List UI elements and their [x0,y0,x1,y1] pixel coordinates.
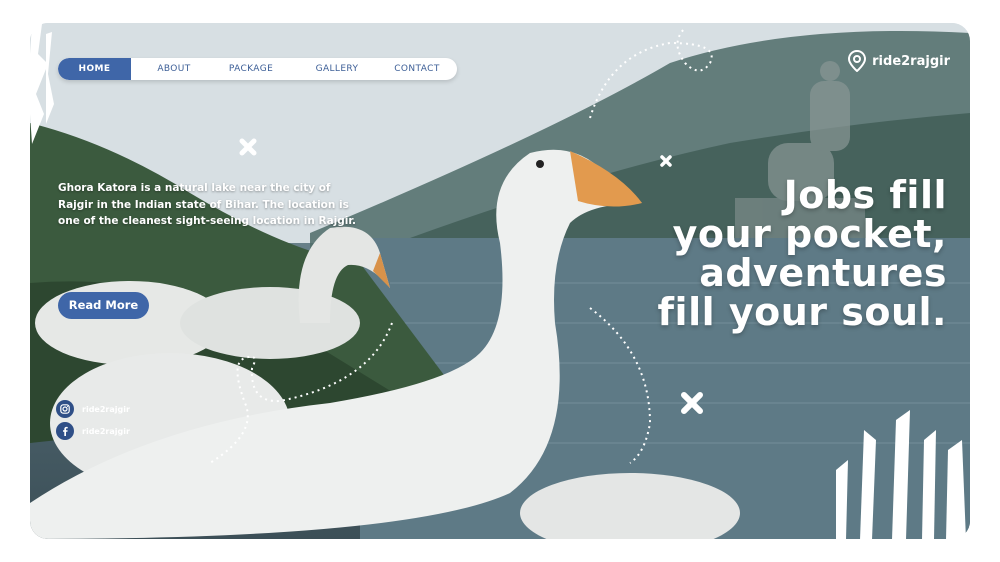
map-pin-icon [848,50,867,72]
intro-description: Ghora Katora is a natural lake near the … [58,182,357,227]
nav-gallery[interactable]: GALLERY [285,58,389,80]
headline-line-4: fill your soul. [657,290,947,334]
read-more-button[interactable]: Read More [58,292,149,319]
nav-home[interactable]: HOME [58,58,131,80]
hero-headline: Jobs fill your pocket, adventures fill y… [658,176,947,332]
headline-line-2: your pocket, [672,212,947,256]
facebook-link[interactable]: ride2rajgir [56,422,130,440]
nav-about[interactable]: ABOUT [131,58,217,80]
facebook-handle: ride2rajgir [82,426,130,436]
instagram-link[interactable]: ride2rajgir [56,400,130,418]
nav-contact[interactable]: CONTACT [389,58,445,80]
headline-line-3: adventures [699,251,947,295]
headline-line-1: Jobs fill [783,173,947,217]
main-nav: HOME ABOUT PACKAGE GALLERY CONTACT [58,58,457,80]
brand-name: ride2rajgir [872,53,950,69]
brush-stroke-left [28,24,54,144]
instagram-icon [56,400,74,418]
instagram-handle: ride2rajgir [82,404,130,414]
nav-package[interactable]: PACKAGE [217,58,285,80]
brand-logo[interactable]: ride2rajgir [848,50,950,72]
facebook-icon [56,422,74,440]
brush-stroke-right [836,410,966,540]
